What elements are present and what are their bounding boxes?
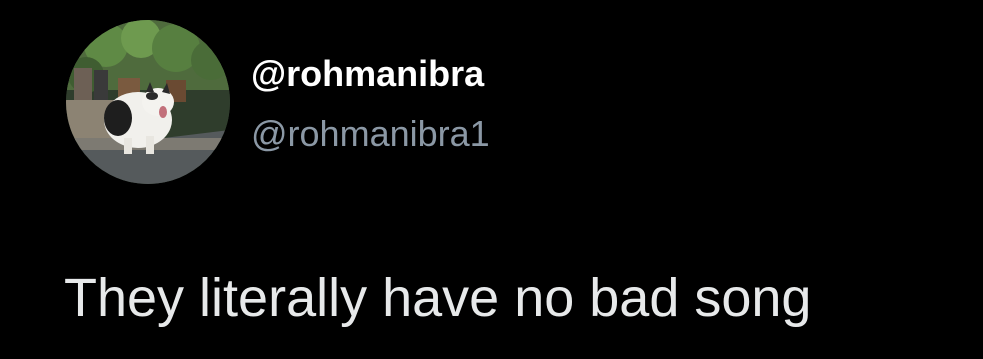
cat-avatar-photo — [66, 20, 230, 184]
author-display-name[interactable]: @rohmanibra — [251, 52, 484, 96]
author-avatar[interactable] — [66, 20, 230, 184]
tweet-text: They literally have no bad song — [64, 268, 812, 328]
author-handle[interactable]: @rohmanibra1 — [251, 112, 490, 156]
tweet-card: @rohmanibra @rohmanibra1 They literally … — [0, 0, 983, 359]
